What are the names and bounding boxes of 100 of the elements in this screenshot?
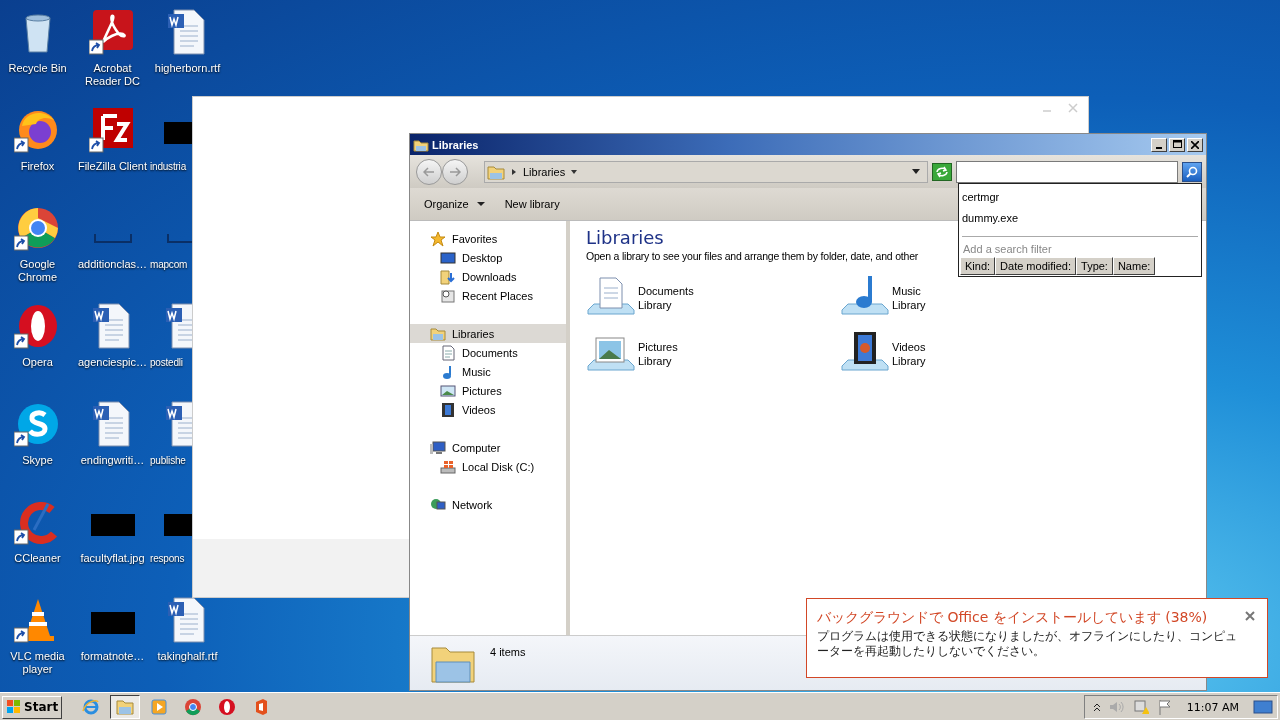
library-name[interactable]: Pictures [638, 340, 678, 354]
folder-icon [413, 137, 429, 152]
computer-icon [430, 439, 446, 456]
nav-item[interactable]: Documents [410, 343, 566, 362]
nav-label: Computer [452, 441, 501, 454]
library-type: Library [892, 354, 926, 368]
nav-item[interactable]: Network [410, 495, 566, 514]
recent-icon [440, 287, 456, 304]
library-icon [487, 163, 505, 180]
desktop-icon-label[interactable]: agenciespic… [77, 356, 148, 369]
desktop-icon-label[interactable]: CCleaner [14, 552, 61, 565]
nav-item[interactable]: Computer [410, 438, 566, 457]
disk-icon [440, 458, 456, 475]
desktop-icon-label[interactable]: additionclas… [77, 258, 148, 271]
star-icon [430, 230, 446, 247]
documents-icon [440, 344, 456, 361]
close-icon[interactable] [1245, 611, 1255, 621]
library-name[interactable]: Documents [638, 284, 694, 298]
nav-item[interactable]: Videos [410, 400, 566, 419]
search-suggestion[interactable]: certmgr [959, 188, 1201, 209]
nav-label: Documents [462, 346, 518, 359]
desktop-icon-label[interactable]: Firefox [20, 160, 55, 173]
minimize-button[interactable] [1151, 137, 1167, 152]
chrome-icon [184, 698, 203, 716]
media-icon [150, 698, 169, 716]
nav-item[interactable]: Desktop [410, 248, 566, 267]
search-filter-hint: Add a search filter [962, 242, 1053, 257]
desktop-icon-label[interactable]: Skype [22, 454, 53, 467]
nav-item[interactable]: Downloads [410, 267, 566, 286]
search-icon [1186, 165, 1198, 178]
forward-arrow-icon [449, 166, 461, 177]
nav-item[interactable]: Libraries [410, 324, 566, 343]
start-button[interactable]: Start [2, 695, 63, 719]
search-field[interactable] [956, 160, 1178, 183]
nav-item[interactable]: Recent Places [410, 286, 566, 305]
nav-label: Libraries [452, 327, 495, 340]
nav-label: Network [452, 498, 493, 511]
nav-label: Local Disk (C:) [462, 460, 535, 473]
close-button[interactable] [1187, 137, 1203, 152]
address-bar[interactable]: Libraries [484, 160, 928, 183]
nav-label: Favorites [452, 232, 498, 245]
desktop-icon-label[interactable]: postedli [150, 356, 183, 369]
caret-icon [476, 201, 485, 207]
nav-item[interactable]: Local Disk (C:) [410, 457, 566, 476]
nav-item[interactable]: Favorites [410, 229, 566, 248]
desktop-icon-label[interactable]: takinghalf.rtf [157, 650, 218, 663]
chevron-icon[interactable] [1092, 702, 1101, 712]
library-name[interactable]: Videos [892, 340, 926, 354]
network-icon [430, 496, 446, 513]
maximize-button[interactable] [1169, 137, 1185, 152]
nav-label: Desktop [462, 251, 503, 264]
desktop-icon-label[interactable]: FileZilla Client [77, 160, 148, 173]
nav-label: Music [462, 365, 491, 378]
notification-message: プログラムは使用できる状態になりましたが、オフラインにしたり、コンピューターを再起動したりしないでください。 [817, 629, 1238, 659]
desktop-icon-label[interactable]: formatnote… [80, 650, 145, 663]
caret-icon[interactable] [570, 167, 579, 176]
refresh-icon [935, 165, 949, 178]
toolbar-button[interactable]: New library [496, 194, 568, 214]
search-filter-button[interactable]: Kind: [960, 257, 996, 275]
caret-icon[interactable] [911, 167, 921, 176]
desktop-icon-label[interactable]: publishe [150, 454, 186, 467]
desktop-icon-label[interactable]: Acrobat Reader DC [75, 62, 150, 88]
clock[interactable]: 11:07 AM [1186, 700, 1239, 714]
search-filter-button[interactable]: Type: [1076, 257, 1113, 275]
nav-item[interactable]: Music [410, 362, 566, 381]
search-filter-button[interactable]: Name: [1112, 257, 1156, 275]
nav-label: Pictures [462, 384, 502, 397]
desktop-icon-label[interactable]: VLC media player [0, 650, 75, 676]
organize-menu[interactable]: Organize [416, 194, 493, 214]
desktop-icon-label[interactable]: industria [150, 160, 186, 173]
desktop-icon [440, 249, 456, 266]
explorer-icon [116, 698, 135, 716]
desktop-icon-label[interactable]: respons [150, 552, 185, 565]
refresh-button[interactable] [932, 162, 952, 181]
desktop-icon-label[interactable]: higherborn.rtf [154, 62, 221, 75]
nav-label: Recent Places [462, 289, 533, 302]
desktop-icon-label[interactable]: Recycle Bin [8, 62, 67, 75]
flag-icon[interactable] [1156, 699, 1173, 715]
library-type: Library [892, 298, 926, 312]
library-type: Library [638, 298, 673, 312]
chevron-icon[interactable] [510, 167, 518, 176]
nav-label: Downloads [462, 270, 517, 283]
desktop-icon-label[interactable]: mapcom [150, 258, 188, 271]
show-desktop-icon[interactable] [1253, 699, 1273, 715]
desktop-icon-label[interactable]: endingwriti… [80, 454, 145, 467]
desktop-icon-label[interactable]: facultyflat.jpg [80, 552, 145, 565]
library-icon [430, 325, 446, 342]
library-type: Library [638, 354, 673, 368]
downloads-icon [440, 268, 456, 285]
search-filter-button[interactable]: Date modified: [995, 257, 1076, 275]
search-button[interactable] [1182, 161, 1202, 182]
breadcrumb[interactable]: Libraries [523, 165, 566, 178]
search-suggestion[interactable]: dummy.exe [959, 209, 1201, 230]
back-arrow-icon [423, 166, 435, 177]
videos-icon [440, 401, 456, 418]
desktop-icon-label[interactable]: Google Chrome [0, 258, 75, 284]
library-name[interactable]: Music [892, 284, 926, 298]
desktop-icon-label[interactable]: Opera [22, 356, 53, 369]
nav-item[interactable]: Pictures [410, 381, 566, 400]
taskbar-explorer-button[interactable] [110, 695, 141, 719]
